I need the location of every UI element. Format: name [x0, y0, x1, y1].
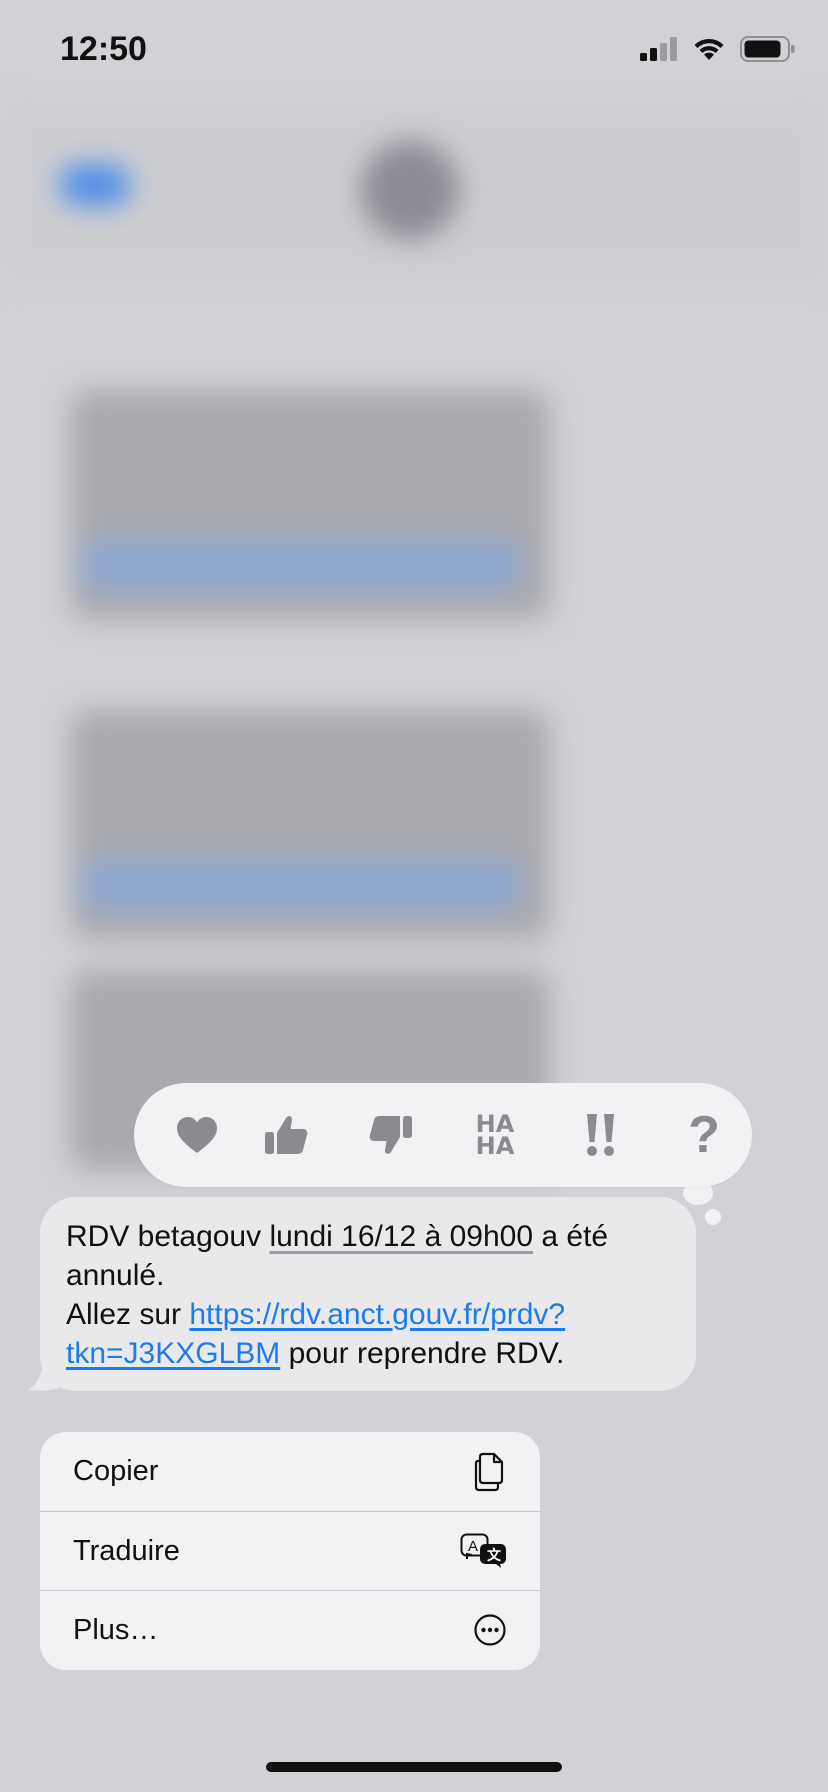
menu-item-label: Plus… — [73, 1613, 159, 1646]
cellular-signal-icon — [640, 37, 677, 61]
tapback-tail-dot-small — [705, 1209, 721, 1225]
status-icons — [640, 34, 796, 64]
message-bubble[interactable]: RDV betagouv lundi 16/12 à 09h00 a été a… — [40, 1197, 696, 1391]
svg-text:文: 文 — [487, 1547, 502, 1564]
reaction-exclamation[interactable] — [561, 1083, 641, 1187]
status-bar: 12:50 — [0, 0, 828, 100]
context-menu: Copier Traduire A 文 Plus… — [40, 1432, 540, 1670]
more-icon — [472, 1610, 508, 1650]
wifi-icon — [694, 38, 724, 60]
menu-item-translate[interactable]: Traduire A 文 — [40, 1511, 540, 1590]
message-link-part2: tkn=J3KXGLBM — [66, 1337, 281, 1370]
reaction-question[interactable]: ? — [664, 1083, 744, 1187]
haha-icon: HA HA — [475, 1112, 515, 1160]
blurred-link — [80, 540, 520, 590]
thumbs-up-icon — [265, 1116, 308, 1154]
message-link-part1: https://rdv.anct.gouv.fr/prdv? — [189, 1298, 566, 1331]
translate-icon: A 文 — [460, 1531, 508, 1571]
message-line2-prefix: Allez sur — [66, 1298, 190, 1331]
reaction-thumbs-down[interactable] — [351, 1083, 431, 1187]
question-icon: ? — [688, 1106, 720, 1164]
menu-item-more[interactable]: Plus… — [40, 1590, 540, 1669]
blurred-avatar — [360, 140, 460, 240]
svg-text:A: A — [468, 1538, 478, 1555]
reaction-haha[interactable]: HA HA — [455, 1083, 535, 1187]
tapback-reaction-bar: HA HA ? — [134, 1083, 752, 1187]
haha-bottom: HA — [475, 1132, 515, 1160]
menu-item-label: Copier — [73, 1455, 159, 1487]
reaction-heart[interactable] — [157, 1083, 237, 1187]
battery-icon — [740, 36, 795, 62]
blurred-back-button — [60, 165, 130, 205]
message-date-detected[interactable]: lundi 16/12 à 09h00 — [269, 1220, 533, 1253]
message-line2-suffix: pour reprendre RDV. — [280, 1337, 565, 1370]
double-exclamation-icon — [587, 1114, 614, 1156]
message-text-prefix: RDV betagouv — [66, 1220, 270, 1253]
menu-item-label: Traduire — [73, 1534, 180, 1567]
home-indicator[interactable] — [266, 1762, 562, 1772]
blurred-link — [80, 860, 520, 910]
heart-icon — [177, 1117, 217, 1153]
menu-item-copy[interactable]: Copier — [40, 1432, 540, 1511]
status-time: 12:50 — [60, 30, 147, 68]
reaction-thumbs-up[interactable] — [246, 1083, 326, 1187]
thumbs-down-icon — [369, 1116, 412, 1154]
copy-icon — [472, 1452, 508, 1492]
